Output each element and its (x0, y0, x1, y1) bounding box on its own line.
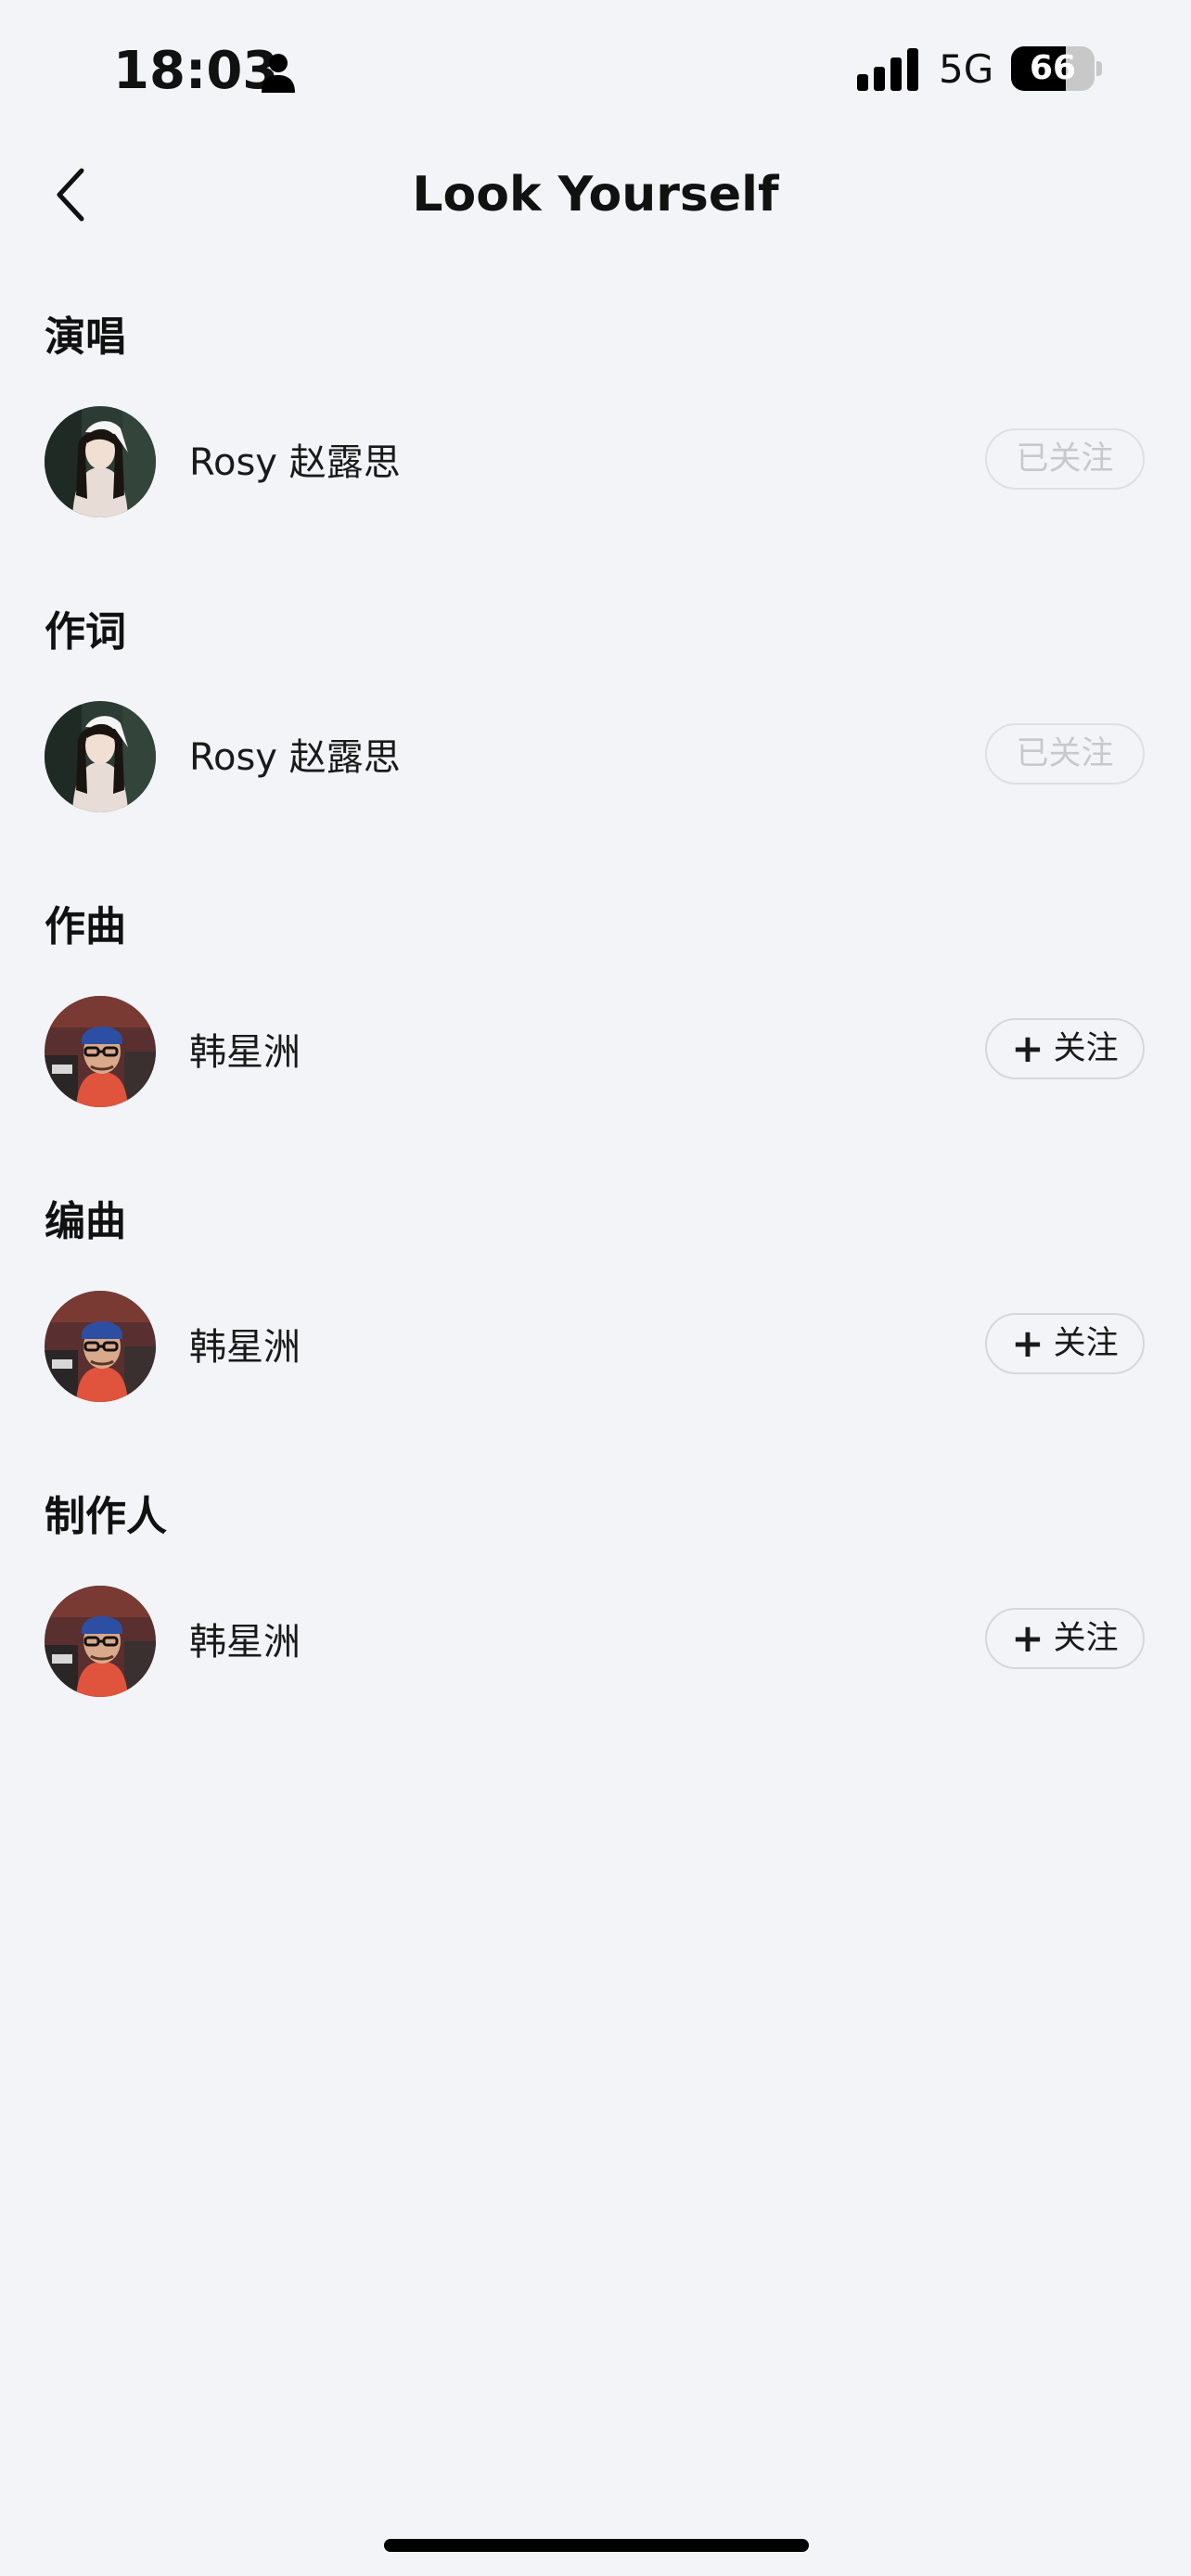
page-title: Look Yourself (412, 167, 779, 223)
nav-bar: Look Yourself (0, 148, 1191, 241)
status-time: 18:03 (113, 41, 279, 101)
person-row[interactable]: 韩星洲 + 关注 (0, 996, 1191, 1111)
person-name[interactable]: 韩星洲 (189, 1615, 301, 1669)
credit-section: 作曲 韩星洲 + 关注 (0, 886, 1191, 1181)
home-indicator[interactable] (384, 2539, 809, 2552)
follow-label: 已关注 (1016, 735, 1114, 772)
person-name[interactable]: 韩星洲 (189, 1320, 301, 1374)
plus-icon: + (1011, 1615, 1044, 1661)
credit-section: 演唱 Rosy 赵露思 已关注 (0, 297, 1191, 592)
person-row[interactable]: Rosy 赵露思 已关注 (0, 406, 1191, 521)
section-title: 制作人 (45, 1493, 167, 1540)
section-title: 作词 (45, 608, 126, 656)
follow-label: 关注 (1053, 1620, 1119, 1657)
person-name[interactable]: 韩星洲 (189, 1026, 301, 1079)
signal-icon (857, 48, 918, 91)
credit-section: 编曲 韩星洲 + 关注 (0, 1181, 1191, 1476)
section-title: 作曲 (45, 903, 126, 950)
follow-button[interactable]: + 关注 (985, 1313, 1145, 1374)
section-title: 编曲 (45, 1198, 126, 1245)
battery-icon: 66 (1011, 46, 1095, 91)
credit-section: 制作人 韩星洲 + 关注 (0, 1476, 1191, 1771)
battery-cap (1096, 61, 1102, 76)
plus-icon: + (1011, 1320, 1044, 1366)
follow-button[interactable]: + 关注 (985, 1018, 1145, 1079)
status-bar: 18:03 5G 66 (0, 0, 1191, 139)
avatar[interactable] (45, 1586, 156, 1697)
person-name[interactable]: Rosy 赵露思 (189, 436, 401, 490)
follow-label: 关注 (1053, 1325, 1119, 1362)
credit-section: 作词 Rosy 赵露思 已关注 (0, 592, 1191, 886)
avatar[interactable] (45, 406, 156, 517)
person-name[interactable]: Rosy 赵露思 (189, 731, 401, 784)
followed-button[interactable]: 已关注 (985, 723, 1145, 784)
person-icon (262, 54, 295, 93)
person-row[interactable]: 韩星洲 + 关注 (0, 1291, 1191, 1406)
network-label: 5G (939, 46, 994, 92)
follow-label: 已关注 (1016, 440, 1114, 478)
avatar[interactable] (45, 1291, 156, 1402)
section-title: 演唱 (45, 313, 126, 361)
avatar[interactable] (45, 996, 156, 1107)
avatar[interactable] (45, 701, 156, 812)
follow-label: 关注 (1053, 1030, 1119, 1067)
followed-button[interactable]: 已关注 (985, 428, 1145, 490)
person-row[interactable]: Rosy 赵露思 已关注 (0, 701, 1191, 816)
battery-level: 66 (1029, 49, 1077, 87)
follow-button[interactable]: + 关注 (985, 1608, 1145, 1669)
person-row[interactable]: 韩星洲 + 关注 (0, 1586, 1191, 1701)
plus-icon: + (1011, 1026, 1044, 1071)
credits-list: 演唱 Rosy 赵露思 已关注 作词 Rosy 赵露思 已关注 作曲 韩星洲 + 关注 编曲 (0, 297, 1191, 1771)
